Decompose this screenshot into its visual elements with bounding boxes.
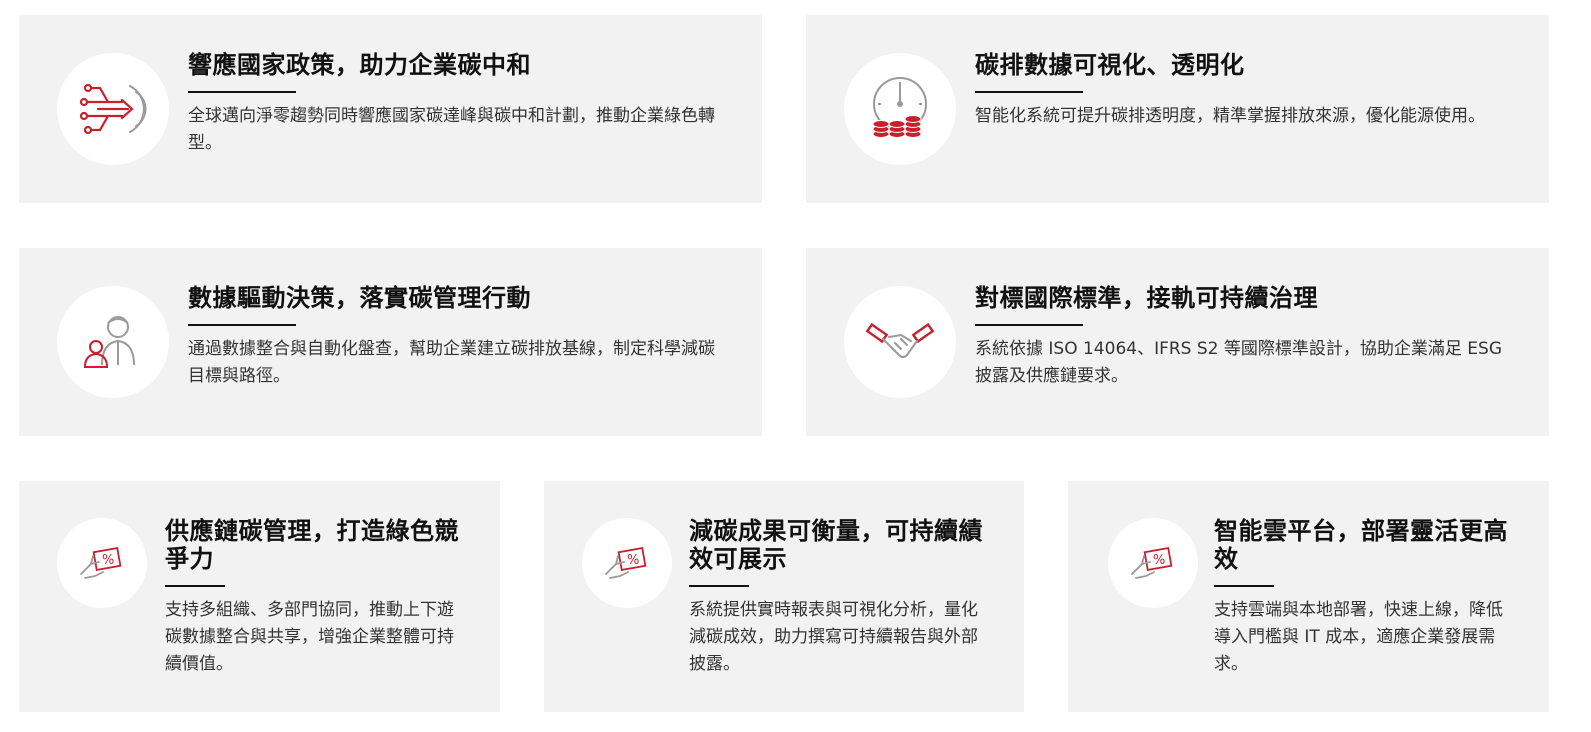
title-divider <box>689 585 749 587</box>
feature-card: 數據驅動決策，落實碳管理行動 通過數據整合與自動化盤查，幫助企業建立碳排放基線，… <box>19 248 762 436</box>
clock-coins-icon <box>872 77 927 138</box>
handshake-icon <box>865 322 935 358</box>
card-description: 全球邁向淨零趨勢同時響應國家碳達峰與碳中和計劃，推動企業綠色轉型。 <box>188 106 715 153</box>
icon-circle <box>57 53 169 165</box>
card-description: 支持多組織、多部門協同，推動上下遊碳數據整合與共享，增強企業整體可持續價值。 <box>165 600 454 674</box>
title-divider <box>188 324 296 326</box>
feature-card: 響應國家政策，助力企業碳中和 全球邁向淨零趨勢同時響應國家碳達峰與碳中和計劃，推… <box>19 15 762 203</box>
card-title: 智能雲平台，部署靈活更高效 <box>1214 517 1508 573</box>
percent-card-hand-icon: % <box>1131 547 1173 579</box>
icon-circle: % <box>1108 518 1198 608</box>
card-title: 供應鏈碳管理，打造綠色競爭力 <box>165 517 459 573</box>
card-title: 減碳成果可衡量，可持續績效可展示 <box>689 517 983 573</box>
feature-card: 碳排數據可視化、透明化 智能化系統可提升碳排透明度，精準掌握排放來源，優化能源使… <box>806 15 1549 203</box>
icon-circle <box>57 286 169 398</box>
feature-card: % 供應鏈碳管理，打造綠色競爭力 支持多組織、多部門協同，推動上下遊碳數據整合與… <box>19 481 500 712</box>
title-divider <box>975 324 1083 326</box>
svg-text:%: % <box>1153 553 1165 568</box>
card-description: 支持雲端與本地部署，快速上線，降低導入門檻與 IT 成本，適應企業發展需求。 <box>1214 600 1503 674</box>
features-grid: 響應國家政策，助力企業碳中和 全球邁向淨零趨勢同時響應國家碳達峰與碳中和計劃，推… <box>0 0 1591 732</box>
svg-text:%: % <box>627 553 639 568</box>
card-description: 系統提供實時報表與可視化分析，量化減碳成效，助力撰寫可持續報告與外部披露。 <box>689 600 978 674</box>
title-divider <box>188 91 296 93</box>
icon-circle <box>844 286 956 398</box>
card-title: 響應國家政策，助力企業碳中和 <box>188 51 531 79</box>
card-title: 對標國際標準，接軌可持續治理 <box>975 284 1318 312</box>
feature-card: 對標國際標準，接軌可持續治理 系統依據 ISO 14064、IFRS S2 等國… <box>806 248 1549 436</box>
card-title: 碳排數據可視化、透明化 <box>975 51 1245 79</box>
percent-card-hand-icon: % <box>605 547 647 579</box>
svg-text:%: % <box>102 553 114 568</box>
card-description: 通過數據整合與自動化盤查，幫助企業建立碳排放基線，制定科學減碳目標與路徑。 <box>188 339 715 386</box>
icon-circle: % <box>57 518 147 608</box>
people-manager-icon <box>83 316 135 368</box>
card-title: 數據驅動決策，落實碳管理行動 <box>188 284 531 312</box>
feature-card: % 減碳成果可衡量，可持續績效可展示 系統提供實時報表與可視化分析，量化減碳成效… <box>544 481 1024 712</box>
percent-card-hand-icon: % <box>80 547 122 579</box>
icon-circle: % <box>582 518 672 608</box>
card-description: 系統依據 ISO 14064、IFRS S2 等國際標準設計，協助企業滿足 ES… <box>975 339 1502 386</box>
icon-circle <box>844 53 956 165</box>
title-divider <box>165 585 225 587</box>
digital-transform-arrow-icon <box>79 83 147 135</box>
title-divider <box>1214 585 1274 587</box>
card-description: 智能化系統可提升碳排透明度，精準掌握排放來源，優化能源使用。 <box>975 106 1485 126</box>
feature-card: % 智能雲平台，部署靈活更高效 支持雲端與本地部署，快速上線，降低導入門檻與 I… <box>1068 481 1549 712</box>
title-divider <box>975 91 1083 93</box>
